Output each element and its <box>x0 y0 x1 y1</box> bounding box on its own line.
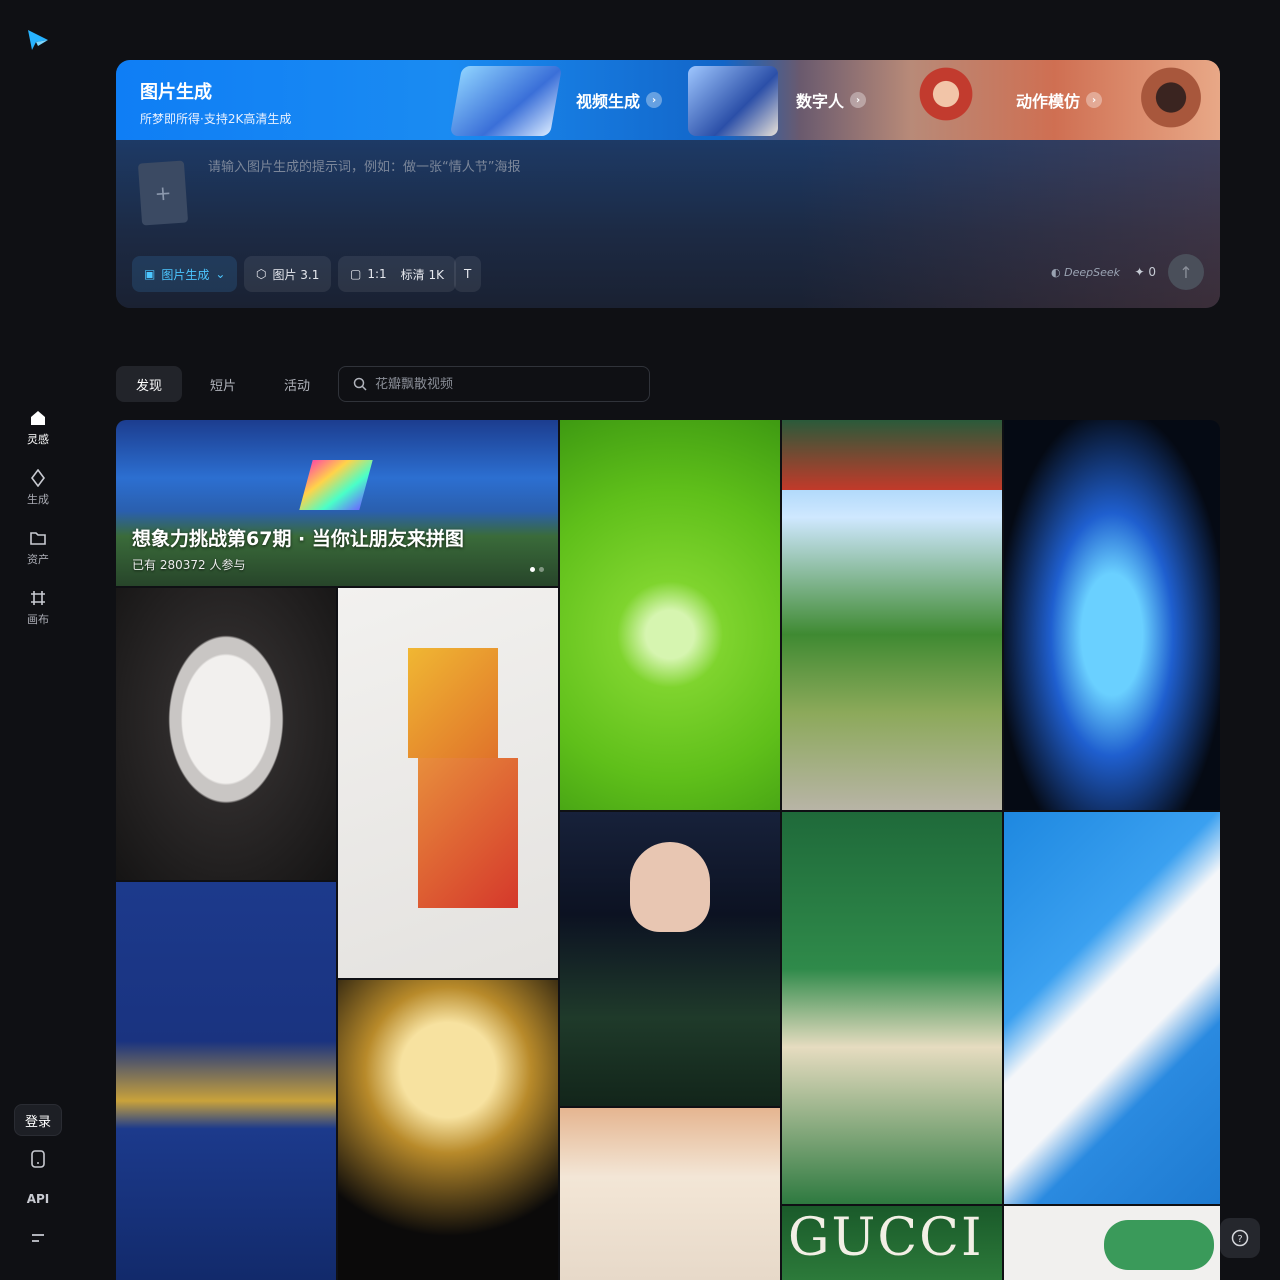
gallery-image-girl-sweater[interactable] <box>560 812 780 1106</box>
app-logo-icon[interactable] <box>26 28 50 52</box>
challenge-banner[interactable]: 想象力挑战第67期 · 当你让朋友来拼图 已有 280372 人参与 <box>116 420 558 586</box>
mode-tabs-bar: 图片生成 所梦即所得·支持2K高清生成 视频生成 › 数字人 › 动作模仿 › <box>116 60 1220 140</box>
cube-icon: ⬡ <box>256 267 267 281</box>
sidebar: 灵感 生成 资产 画布 登录 API <box>0 0 76 1280</box>
text-icon: T <box>464 267 472 281</box>
model-select[interactable]: ⬡ 图片 3.1 <box>244 256 332 292</box>
gallery-image-astronaut-rabbit[interactable] <box>116 588 336 880</box>
motion-thumbnail <box>1126 66 1216 136</box>
cost-value: 0 <box>1148 265 1156 279</box>
sidebar-item-assets[interactable]: 资产 <box>0 528 76 567</box>
sidebar-item-label: 生成 <box>27 493 49 506</box>
mobile-app-icon[interactable] <box>0 1150 76 1168</box>
mode-label: 图片生成 <box>161 267 210 282</box>
gallery-image-origami-monkey[interactable] <box>338 588 558 978</box>
tab-digital-human[interactable]: 数字人 › <box>796 88 867 112</box>
banner-art <box>299 460 373 510</box>
svg-text:?: ? <box>1237 1234 1242 1245</box>
sparkle-icon: ✦ <box>1134 265 1149 279</box>
gallery-image-hermes-poster[interactable] <box>782 812 1002 1204</box>
tab-video-generation[interactable]: 视频生成 › <box>576 88 663 112</box>
digital-human-thumbnail <box>906 66 986 136</box>
deepseek-icon: ◐ <box>1051 266 1065 279</box>
menu-icon[interactable] <box>0 1230 76 1246</box>
text-style-button[interactable]: T <box>454 256 482 292</box>
tab-activities[interactable]: 活动 <box>264 366 330 402</box>
arrow-up-icon: ↑ <box>1179 262 1193 282</box>
credit-cost: ✦ 0 <box>1134 265 1156 279</box>
sidebar-item-canvas[interactable]: 画布 <box>0 588 76 627</box>
chevron-right-icon: › <box>646 92 663 108</box>
canvas-icon <box>28 588 48 608</box>
search-box[interactable] <box>338 366 650 402</box>
prompt-input[interactable]: 请输入图片生成的提示词，例如：做一张“情人节”海报 <box>208 156 520 175</box>
prompt-area: + 请输入图片生成的提示词，例如：做一张“情人节”海报 ▣ 图片生成 ⌄ ⬡ 图… <box>116 140 1220 308</box>
chevron-right-icon: › <box>850 92 867 108</box>
chevron-down-icon: ⌄ <box>215 267 226 281</box>
sparkle-icon <box>28 468 48 488</box>
gallery-image-glowing-boots[interactable] <box>1004 420 1220 810</box>
gallery-image-lighthouse-poster[interactable] <box>116 882 336 1280</box>
sidebar-item-generate[interactable]: 生成 <box>0 468 76 507</box>
airplane-thumbnail <box>688 66 778 136</box>
help-icon: ? <box>1231 1229 1249 1247</box>
deepseek-label[interactable]: ◐ DeepSeek <box>1051 266 1120 279</box>
tab-subtitle: 所梦即所得·支持2K高清生成 <box>140 112 292 126</box>
sidebar-item-label: 灵感 <box>27 433 49 446</box>
search-input[interactable] <box>375 376 635 392</box>
gallery-image-temple-of-heaven[interactable] <box>782 420 1002 810</box>
sidebar-item-label: 资产 <box>27 553 49 566</box>
tab-label: 动作模仿 <box>1016 92 1081 111</box>
tab-label: 数字人 <box>796 92 845 111</box>
square-icon: ▢ <box>350 267 362 281</box>
monkey-body-art <box>418 758 518 908</box>
tab-label: 视频生成 <box>576 92 641 111</box>
tab-image-generation[interactable]: 图片生成 所梦即所得·支持2K高清生成 <box>140 78 291 127</box>
feed-tabs: 发现 短片 活动 <box>116 366 330 402</box>
api-link[interactable]: API <box>0 1192 76 1206</box>
banner-title: 想象力挑战第67期 · 当你让朋友来拼图 <box>132 528 464 550</box>
image-gen-thumbnail <box>449 66 563 136</box>
home-icon <box>28 408 48 428</box>
tab-motion-imitation[interactable]: 动作模仿 › <box>1016 88 1103 112</box>
gallery-image-product-bag[interactable] <box>1004 1206 1220 1280</box>
temple-eaves-art <box>782 420 1002 490</box>
login-button[interactable]: 登录 <box>14 1104 62 1136</box>
send-button[interactable]: ↑ <box>1168 254 1204 290</box>
mode-select[interactable]: ▣ 图片生成 ⌄ <box>132 256 238 292</box>
add-reference-image-button[interactable]: + <box>137 160 189 226</box>
banner-participants: 已有 280372 人参与 <box>132 558 246 572</box>
gallery-image-crosswalk-illustration[interactable] <box>1004 812 1220 1204</box>
gallery-image-desert-portrait[interactable] <box>560 1108 780 1280</box>
quality-label: 标清 1K <box>400 267 444 282</box>
carousel-dots[interactable] <box>530 567 544 572</box>
gallery-image-grass-cat[interactable] <box>560 420 780 810</box>
deepseek-text: DeepSeek <box>1064 266 1120 279</box>
tab-discover[interactable]: 发现 <box>116 366 183 402</box>
monkey-art <box>408 648 498 758</box>
tab-title: 图片生成 <box>140 82 212 103</box>
folder-icon <box>28 528 48 548</box>
sidebar-item-label: 画布 <box>27 613 49 626</box>
gucci-logo: GUCCI <box>788 1208 984 1268</box>
tab-short-film[interactable]: 短片 <box>190 366 256 402</box>
ratio-quality-select[interactable]: ▢ 1:1 标清 1K <box>338 256 456 292</box>
product-art <box>1104 1220 1214 1270</box>
ratio-label: 1:1 <box>367 267 387 281</box>
generation-panel: 图片生成 所梦即所得·支持2K高清生成 视频生成 › 数字人 › 动作模仿 › … <box>116 60 1220 308</box>
gallery-image-golden-sun-goddess[interactable] <box>338 980 558 1280</box>
gallery-image-gucci-poster[interactable]: GUCCI <box>782 1206 1002 1280</box>
sidebar-item-inspiration[interactable]: 灵感 <box>0 408 76 447</box>
image-icon: ▣ <box>144 267 156 281</box>
portrait-art <box>630 842 710 932</box>
help-button[interactable]: ? <box>1220 1218 1260 1258</box>
chevron-right-icon: › <box>1086 92 1103 108</box>
search-icon <box>353 377 367 391</box>
model-label: 图片 3.1 <box>272 267 320 282</box>
